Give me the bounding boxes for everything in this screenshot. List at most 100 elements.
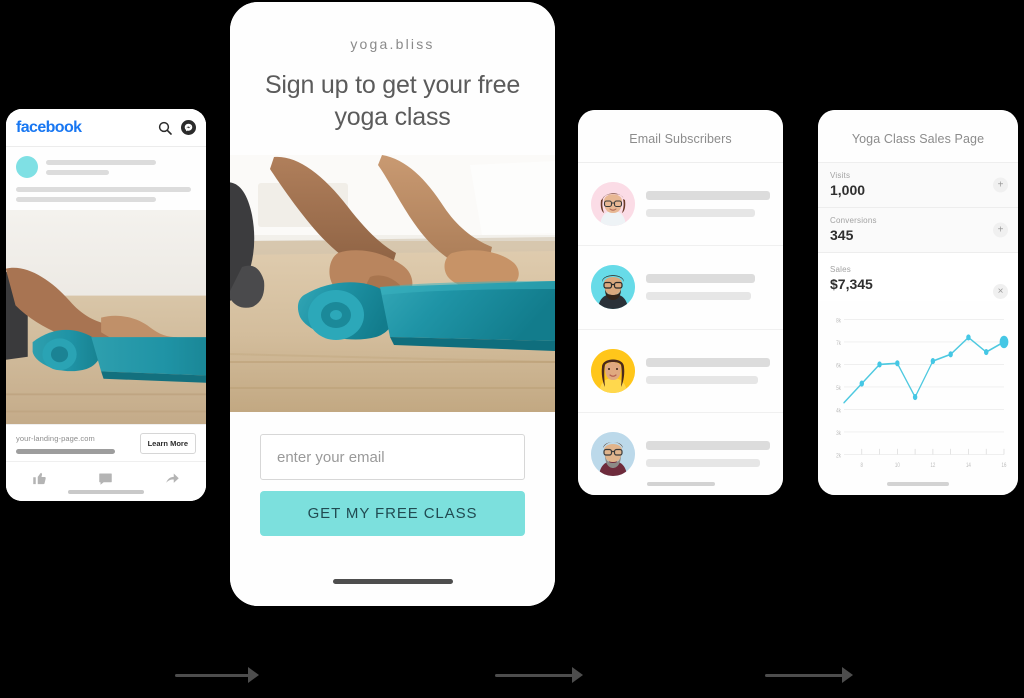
man-beard-glasses-avatar [591,431,635,476]
skeleton-line [646,274,756,284]
skeleton-line [16,448,116,454]
facebook-logo: facebook [16,118,82,136]
subscriber-skeleton [646,191,770,218]
facebook-post-header [6,147,206,183]
chart-point [912,393,918,401]
home-indicator [332,579,453,584]
home-indicator [646,482,715,486]
y-axis-tick-label: 3k [836,430,841,437]
sales-line-chart: 2k 3k 4k 5k 6k 7k 8k 8 10 12 14 16 [836,318,1009,469]
facebook-link-row: your-landing-page.com Learn More [6,424,206,461]
sales-chart: 2k 3k 4k 5k 6k 7k 8k 8 10 12 14 16 [818,301,1018,495]
subscriber-list [578,163,783,495]
like-icon[interactable] [32,471,47,486]
chart-point [948,351,953,358]
facebook-ad-screen: facebook your-landing-page.com Learn Mor… [6,109,206,501]
learn-more-button[interactable]: Learn More [139,433,196,454]
stat-label: Sales [830,265,852,274]
connector-ad-to-landing [175,665,259,685]
skeleton-line [646,209,756,218]
woman-yellow-avatar [591,348,635,393]
avatar [16,156,38,178]
chart-point-highlighted [999,335,1009,349]
signup-form: GET MY FREE CLASS [230,412,555,536]
skeleton-line [646,292,752,301]
skeleton-line [646,440,770,450]
page-title: Email Subscribers [578,110,783,163]
skeleton-line [16,187,191,192]
y-axis-tick-label: 6k [836,363,841,370]
y-axis-tick-label: 2k [836,453,841,460]
chart-point [895,360,900,367]
expand-conversions-button[interactable]: + [993,222,1008,238]
connector-line [175,673,249,677]
y-axis-tick-label: 4k [836,408,841,415]
x-axis-tick-label: 16 [1002,462,1007,469]
x-axis-tick-label: 12 [930,462,935,469]
bearded-man-glasses-avatar [591,265,635,310]
stat-row-sales[interactable]: Sales $7,345 × [818,253,1018,301]
y-axis-tick-label: 7k [836,340,841,347]
stat-row-conversions[interactable]: Conversions 345 + [818,208,1018,253]
close-sales-button[interactable]: × [993,284,1008,299]
list-item[interactable] [578,330,783,413]
list-item[interactable] [578,246,783,330]
chart-point [984,348,989,356]
stat-value: $7,345 [830,276,873,292]
chart-point [859,380,864,387]
stat-row-visits[interactable]: Visits 1,000 + [818,163,1018,208]
chart-point [930,357,936,365]
comment-icon[interactable] [98,471,113,486]
messenger-icon[interactable] [181,120,196,135]
stat-value: 1,000 [830,182,866,198]
skeleton-line [646,191,770,201]
stat-label: Conversions [830,216,877,225]
get-free-class-button[interactable]: GET MY FREE CLASS [260,491,525,536]
woman-glasses-avatar [591,182,635,227]
skeleton-line [16,197,157,202]
y-axis-tick-label: 5k [836,385,841,392]
stat-label: Visits [830,171,851,180]
connector-line [495,673,573,677]
facebook-topbar-icons [157,120,196,136]
skeleton-line [646,375,758,384]
chart-point [877,361,882,368]
connector-landing-to-subscribers [495,665,583,685]
landing-page-phone: yoga.bliss Sign up to get your free yoga… [230,2,555,606]
facebook-action-bar [6,461,206,501]
connector-line [765,673,843,677]
skeleton-line [646,458,761,467]
share-icon[interactable] [165,471,180,486]
expand-visits-button[interactable]: + [993,177,1008,193]
arrow-head-icon [248,667,259,683]
skeleton-line [46,169,109,175]
connector-subscribers-to-analytics [765,665,853,685]
y-axis-tick-label: 8k [836,318,841,325]
stat-value: 345 [830,227,854,243]
search-icon[interactable] [157,120,173,136]
landing-page-url: your-landing-page.com [16,433,95,443]
analytics-screen: Yoga Class Sales Page Visits 1,000 + Con… [818,110,1018,495]
subscriber-skeleton [646,357,770,384]
landing-page-screen: yoga.bliss Sign up to get your free yoga… [230,2,555,606]
mockup-stage: facebook your-landing-page.com Learn Mor… [0,0,1024,698]
x-axis-tick-label: 8 [861,462,863,469]
post-author-skeleton [46,159,196,175]
skeleton-line [46,159,156,165]
arrow-head-icon [572,667,583,683]
page-title: Yoga Class Sales Page [818,110,1018,163]
subscriber-skeleton [646,274,770,301]
chart-point [966,334,971,341]
subscriber-skeleton [646,440,770,467]
email-input[interactable] [260,434,525,480]
yoga-hero-photo [230,155,555,412]
home-indicator [68,490,144,494]
list-item[interactable] [578,163,783,247]
facebook-topbar: facebook [6,109,206,147]
brand-name: yoga.bliss [350,36,435,52]
arrow-head-icon [842,667,853,683]
x-axis-tick-label: 14 [966,462,971,469]
subscribers-screen: Email Subscribers [578,110,783,495]
analytics-phone: Yoga Class Sales Page Visits 1,000 + Con… [818,110,1018,495]
page-headline: Sign up to get your free yoga class [264,71,521,131]
